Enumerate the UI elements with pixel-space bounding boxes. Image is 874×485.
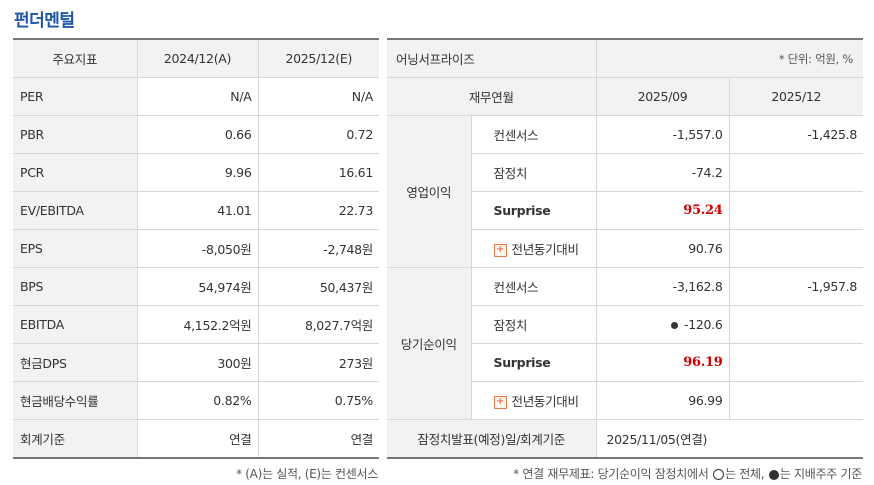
value-2025-09: 96.99 xyxy=(596,381,730,420)
row-label: PER xyxy=(13,77,138,116)
value-estimate: 273원 xyxy=(258,343,379,382)
table-row: 현금DPS 300원 273원 xyxy=(13,343,379,382)
value-cell: -120.6 xyxy=(596,305,730,344)
yoy-cell[interactable]: + 전년동기대비 xyxy=(471,381,597,420)
value-actual: N/A xyxy=(137,77,259,116)
period-header-row: 재무연월 2025/09 2025/12 xyxy=(387,77,864,116)
value-estimate: N/A xyxy=(258,77,379,116)
value-actual: 0.82% xyxy=(137,381,259,420)
table-row: 영업이익 컨센서스 -1,557.0 -1,425.8 xyxy=(387,115,864,268)
header-indicator: 주요지표 xyxy=(13,39,138,78)
value-2025-12 xyxy=(729,381,864,420)
value-estimate: 16.61 xyxy=(258,153,379,192)
earnings-surprise-table: 어닝서프라이즈 * 단위: 억원, % 재무연월 2025/09 2025/12… xyxy=(387,38,864,459)
value-actual: 0.66 xyxy=(137,115,259,154)
section-title: 펀더멘털 xyxy=(14,11,75,31)
controlling-shareholder-dot-icon xyxy=(671,322,678,329)
row-label: 컨센서스 xyxy=(471,115,597,154)
row-label: EPS xyxy=(13,229,138,268)
table-row: 당기순이익 컨센서스 -3,162.8 -1,957.8 xyxy=(387,267,864,420)
earnings-title-row: 어닝서프라이즈 * 단위: 억원, % xyxy=(387,39,864,78)
earnings-surprise-title: 어닝서프라이즈 xyxy=(387,39,597,78)
table-row: PBR 0.66 0.72 xyxy=(13,115,379,154)
row-label: 잠정치 xyxy=(471,305,597,344)
table-row: 현금배당수익률 0.82% 0.75% xyxy=(13,381,379,420)
table-row: EV/EBITDA 41.01 22.73 xyxy=(13,191,379,230)
value-estimate: -2,748원 xyxy=(258,229,379,268)
table-row: 회계기준 연결 연결 xyxy=(13,419,379,459)
row-label: 컨센서스 xyxy=(471,267,597,306)
table-row: EPS -8,050원 -2,748원 xyxy=(13,229,379,268)
row-label: BPS xyxy=(13,267,138,306)
period-header-label: 재무연월 xyxy=(387,77,597,116)
value-actual: -8,050원 xyxy=(137,229,259,268)
earnings-footnote: * 연결 재무제표: 당기순이익 잠정치에서 는 전체, 는 지배주주 기준 xyxy=(513,465,862,482)
row-label-surprise: Surprise xyxy=(471,343,597,382)
header-2025e: 2025/12(E) xyxy=(258,39,379,78)
filled-circle-icon xyxy=(768,469,779,480)
fundamentals-header-row: 주요지표 2024/12(A) 2025/12(E) xyxy=(13,39,379,78)
group-net-income: 당기순이익 xyxy=(387,267,472,420)
footnote-part-b: 는 전체, xyxy=(725,467,765,481)
table-row: PCR 9.96 16.61 xyxy=(13,153,379,192)
value-2025-12 xyxy=(729,191,864,230)
row-label: PCR xyxy=(13,153,138,192)
value-estimate: 8,027.7억원 xyxy=(258,305,379,344)
announce-row: 잠정치발표(예정)일/회계기준 2025/11/05(연결) xyxy=(387,419,864,459)
row-label: 회계기준 xyxy=(13,419,138,459)
fundamentals-footnote: * (A)는 실적, (E)는 컨센서스 xyxy=(236,467,378,481)
row-label: 현금배당수익률 xyxy=(13,381,138,420)
group-operating-profit: 영업이익 xyxy=(387,115,472,268)
value-2025-12: -1,425.8 xyxy=(729,115,864,154)
table-row: EBITDA 4,152.2억원 8,027.7억원 xyxy=(13,305,379,344)
row-label: 전년동기대비 xyxy=(511,394,580,409)
value-actual: 연결 xyxy=(137,419,259,459)
value-2025-12: -1,957.8 xyxy=(729,267,864,306)
expand-plus-icon[interactable]: + xyxy=(493,244,507,257)
period-2025-09: 2025/09 xyxy=(596,77,730,116)
table-row: PER N/A N/A xyxy=(13,77,379,116)
value-2025-12 xyxy=(729,229,864,268)
period-2025-12: 2025/12 xyxy=(729,77,864,116)
value-2025-09: -3,162.8 xyxy=(596,267,730,306)
footnote-part-c: 는 지배주주 기준 xyxy=(779,467,863,481)
value-estimate: 연결 xyxy=(258,419,379,459)
footnote-part-a: * 연결 재무제표: 당기순이익 잠정치에서 xyxy=(513,467,709,481)
value-estimate: 0.72 xyxy=(258,115,379,154)
row-label: EV/EBITDA xyxy=(13,191,138,230)
value-2025-09: -1,557.0 xyxy=(596,115,730,154)
yoy-cell[interactable]: + 전년동기대비 xyxy=(471,229,597,268)
row-label-surprise: Surprise xyxy=(471,191,597,230)
row-label: PBR xyxy=(13,115,138,154)
value-2025-09: 90.76 xyxy=(596,229,730,268)
value-2025-12 xyxy=(729,343,864,382)
announce-value: 2025/11/05(연결) xyxy=(596,419,864,459)
row-label: 전년동기대비 xyxy=(511,242,580,257)
header-2024a: 2024/12(A) xyxy=(137,39,259,78)
value-actual: 4,152.2억원 xyxy=(137,305,259,344)
value-actual: 54,974원 xyxy=(137,267,259,306)
fundamentals-table: 주요지표 2024/12(A) 2025/12(E) PER N/A N/A PBR… xyxy=(13,38,379,459)
value-estimate: 50,437원 xyxy=(258,267,379,306)
value-actual: 41.01 xyxy=(137,191,259,230)
value-estimate: 22.73 xyxy=(258,191,379,230)
row-label: 잠정치 xyxy=(471,153,597,192)
announce-label: 잠정치발표(예정)일/회계기준 xyxy=(387,419,597,459)
value-estimate: 0.75% xyxy=(258,381,379,420)
value-2025-12 xyxy=(729,153,864,192)
value-2025-12 xyxy=(729,305,864,344)
table-row: BPS 54,974원 50,437원 xyxy=(13,267,379,306)
expand-plus-icon[interactable]: + xyxy=(493,396,507,409)
row-label: 현금DPS xyxy=(13,343,138,382)
open-circle-icon xyxy=(713,469,725,480)
value-2025-09: -120.6 xyxy=(684,317,723,332)
value-2025-09: -74.2 xyxy=(596,153,730,192)
value-actual: 300원 xyxy=(137,343,259,382)
unit-note: * 단위: 억원, % xyxy=(596,39,864,78)
value-surprise: 96.19 xyxy=(596,343,730,382)
value-surprise: 95.24 xyxy=(596,191,730,230)
row-label: EBITDA xyxy=(13,305,138,344)
value-actual: 9.96 xyxy=(137,153,259,192)
